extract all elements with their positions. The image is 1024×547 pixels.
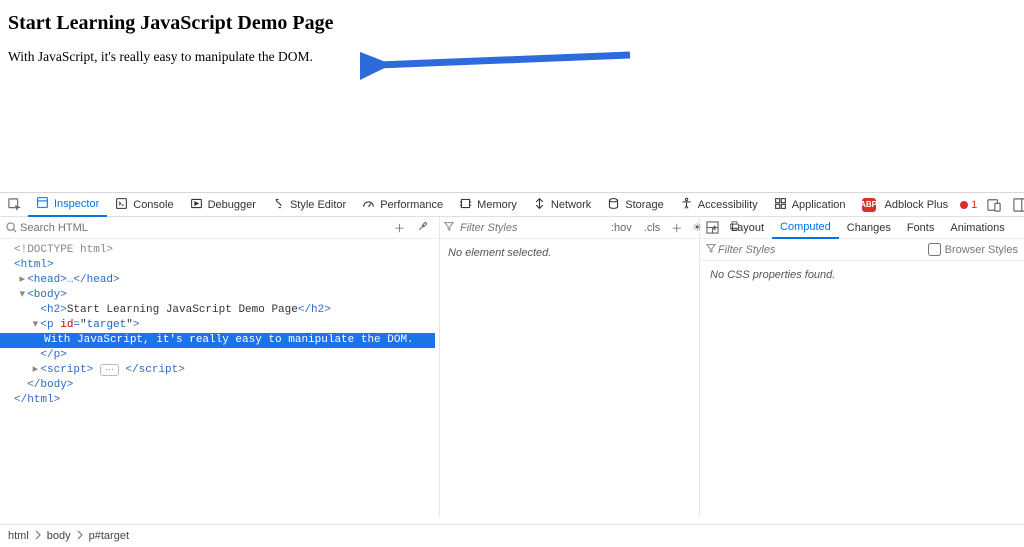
abp-icon: ABP: [862, 198, 876, 212]
style-icon: [272, 197, 285, 213]
element-picker-button[interactable]: [2, 193, 28, 217]
layout-view-button[interactable]: [700, 217, 723, 239]
devtools-tabbar: InspectorConsoleDebuggerStyle EditorPerf…: [0, 193, 1024, 217]
dom-line[interactable]: ▾<p id="target">: [4, 318, 439, 333]
a11y-icon: [680, 197, 693, 213]
dom-line[interactable]: </p>: [4, 348, 439, 363]
web-page-content: Start Learning JavaScript Demo Page With…: [0, 0, 1024, 188]
tab-performance[interactable]: Performance: [354, 193, 451, 217]
sidebar-tab-fonts[interactable]: Fonts: [899, 217, 943, 239]
page-paragraph: With JavaScript, it's really easy to man…: [8, 49, 1016, 65]
search-html-input[interactable]: [18, 221, 388, 235]
app-icon: [774, 197, 787, 213]
dom-line[interactable]: </html>: [4, 393, 439, 408]
tab-style-editor[interactable]: Style Editor: [264, 193, 354, 217]
tab-application[interactable]: Application: [766, 193, 854, 217]
tab-inspector[interactable]: Inspector: [28, 193, 107, 217]
eyedropper-button[interactable]: [411, 220, 435, 235]
storage-icon: [607, 197, 620, 213]
memory-icon: [459, 197, 472, 213]
breadcrumb-item[interactable]: body: [47, 530, 71, 542]
add-element-button[interactable]: ＋: [388, 220, 411, 236]
dom-line[interactable]: ▸<script> ⋯ </script>: [4, 363, 439, 378]
filter-icon: [706, 243, 716, 256]
inspector-dom-panel: ＋ <!DOCTYPE html> <html> ▸<head>…</head>…: [0, 217, 440, 517]
computed-filter-input[interactable]: [716, 243, 928, 257]
dom-line[interactable]: <!DOCTYPE html>: [4, 243, 439, 258]
sidebar-tab-layout[interactable]: Layout: [723, 217, 772, 239]
browser-styles-checkbox[interactable]: Browser Styles: [928, 243, 1018, 256]
page-heading: Start Learning JavaScript Demo Page: [8, 12, 1016, 35]
rules-panel: :hov .cls ＋ ☀ ◐ No element selected.: [440, 217, 700, 517]
filter-icon: [444, 221, 454, 234]
debugger-icon: [190, 197, 203, 213]
tab-storage[interactable]: Storage: [599, 193, 672, 217]
sidebar-tab-changes[interactable]: Changes: [839, 217, 899, 239]
dom-tree[interactable]: <!DOCTYPE html> <html> ▸<head>…</head> ▾…: [0, 239, 439, 408]
tab-network[interactable]: Network: [525, 193, 599, 217]
console-icon: [115, 197, 128, 213]
no-element-selected-text: No element selected.: [440, 239, 699, 267]
tab-memory[interactable]: Memory: [451, 193, 525, 217]
inspector-breadcrumb[interactable]: html body p#target: [0, 524, 1024, 547]
error-count: 1: [971, 199, 977, 211]
cls-toggle[interactable]: .cls: [638, 222, 667, 234]
chevron-right-icon: [75, 530, 85, 543]
pseudo-class-toggle[interactable]: :hov: [605, 222, 638, 234]
tab-debugger[interactable]: Debugger: [182, 193, 264, 217]
no-css-properties-text: No CSS properties found.: [700, 261, 1024, 289]
breadcrumb-item[interactable]: p#target: [89, 530, 129, 542]
sidebar-panel: LayoutComputedChangesFontsAnimations Bro…: [700, 217, 1024, 517]
network-icon: [533, 197, 546, 213]
add-rule-button[interactable]: ＋: [666, 220, 687, 236]
inspector-icon: [36, 196, 49, 212]
error-indicator[interactable]: 1: [956, 199, 981, 211]
breadcrumb-item[interactable]: html: [8, 530, 29, 542]
devtools-panel: InspectorConsoleDebuggerStyle EditorPerf…: [0, 192, 1024, 517]
dom-line[interactable]: ▸<head>…</head>: [4, 273, 439, 288]
chevron-right-icon: [33, 530, 43, 543]
dom-line[interactable]: </body>: [4, 378, 439, 393]
sidebar-tab-animations[interactable]: Animations: [942, 217, 1012, 239]
dom-line[interactable]: With JavaScript, it's really easy to man…: [0, 333, 435, 348]
responsive-design-button[interactable]: [981, 193, 1007, 217]
tab-adblock-plus[interactable]: ABPAdblock Plus: [854, 193, 957, 217]
perf-icon: [362, 197, 375, 213]
tab-console[interactable]: Console: [107, 193, 181, 217]
dom-line[interactable]: <h2>Start Learning JavaScript Demo Page<…: [4, 303, 439, 318]
filter-styles-input[interactable]: [458, 221, 605, 235]
dom-line[interactable]: <html>: [4, 258, 439, 273]
sidebar-tab-computed[interactable]: Computed: [772, 217, 839, 239]
sidebar-tabs: LayoutComputedChangesFontsAnimations: [700, 217, 1024, 239]
dom-line[interactable]: ▾<body>: [4, 288, 439, 303]
search-icon: [4, 222, 18, 233]
dock-side-button[interactable]: [1007, 193, 1024, 217]
devtools-panels: ＋ <!DOCTYPE html> <html> ▸<head>…</head>…: [0, 217, 1024, 517]
html-search-bar: ＋: [0, 217, 439, 239]
tab-accessibility[interactable]: Accessibility: [672, 193, 766, 217]
